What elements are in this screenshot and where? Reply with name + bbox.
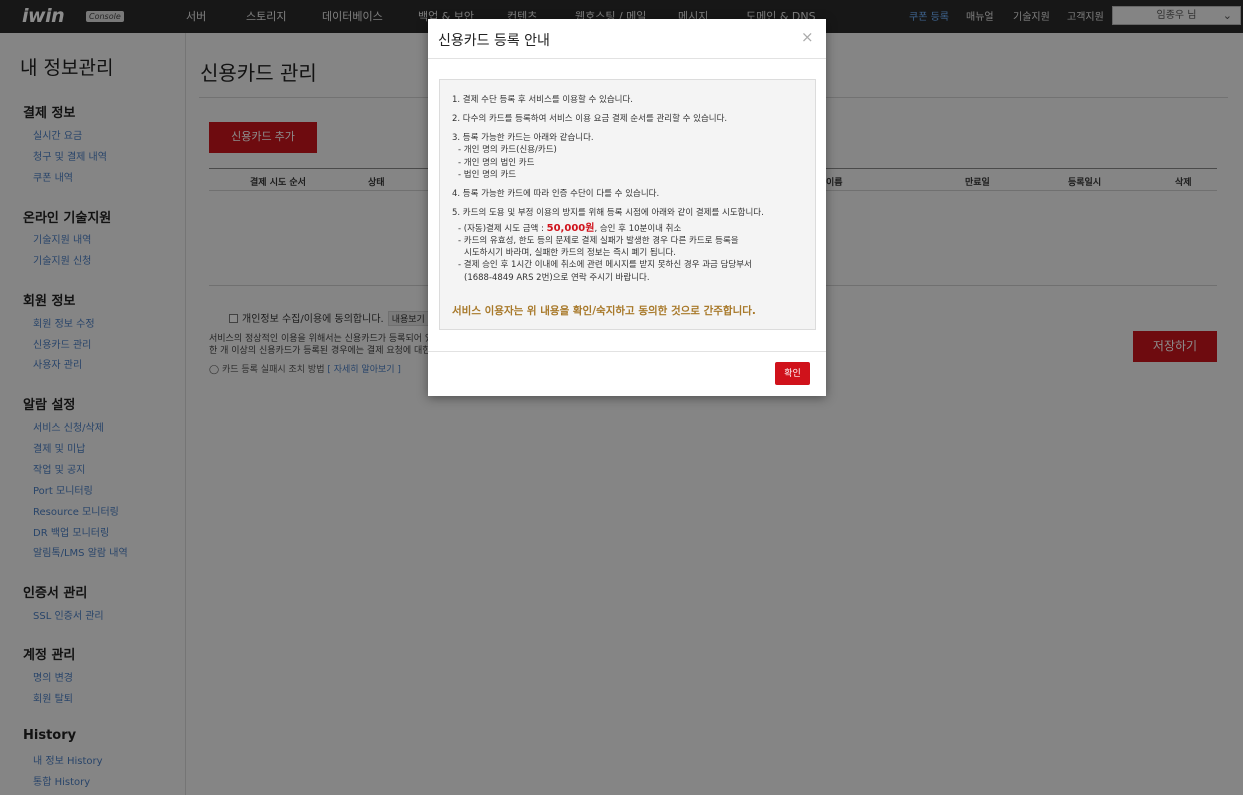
modal-header-divider [428,58,826,59]
consent-message: 서비스 이용자는 위 내용을 확인/숙지하고 동의한 것으로 간주합니다. [452,305,756,317]
trial-amount-suffix: , 승인 후 10분이내 취소 [594,224,682,234]
notice-line-5c2: (1688-4849 ARS 2번)으로 연락 주시기 바랍니다. [464,273,650,283]
notice-line-5a: - (자동)결제 시도 금액 : 50,000원, 승인 후 10분이내 취소 [458,219,681,234]
notice-line-3a: - 개인 명의 카드(신용/카드) [458,145,557,155]
trial-amount-label: - (자동)결제 시도 금액 : [458,224,547,234]
notice-line-5b2: 시도하시기 바라며, 실패한 카드의 정보는 즉시 폐기 됩니다. [464,248,676,258]
credit-card-notice-modal: 신용카드 등록 안내 × 1. 결제 수단 등록 후 서비스를 이용할 수 있습… [428,19,826,396]
notice-line-3: 3. 등록 가능한 카드는 아래와 같습니다. [452,133,594,143]
notice-box: 1. 결제 수단 등록 후 서비스를 이용할 수 있습니다. 2. 다수의 카드… [439,79,816,330]
notice-line-3b: - 개인 명의 법인 카드 [458,158,535,168]
confirm-button[interactable]: 확인 [775,362,810,385]
notice-line-2: 2. 다수의 카드를 등록하여 서비스 이용 요금 결제 순서를 관리할 수 있… [452,114,728,124]
notice-line-5b: - 카드의 유효성, 한도 등의 문제로 결제 실패가 발생한 경우 다른 카드… [458,236,739,246]
notice-line-1: 1. 결제 수단 등록 후 서비스를 이용할 수 있습니다. [452,95,634,105]
modal-footer-divider [428,351,826,352]
close-icon[interactable]: × [801,30,814,45]
trial-amount: 50,000원 [546,223,595,234]
notice-line-5: 5. 카드의 도용 및 부정 이용의 방지를 위해 등록 시점에 아래와 같이 … [452,208,764,218]
notice-line-4: 4. 등록 가능한 카드에 따라 인증 수단이 다를 수 있습니다. [452,189,660,199]
modal-title: 신용카드 등록 안내 [438,33,550,49]
notice-line-3c: - 법인 명의 카드 [458,170,517,180]
notice-line-5c: - 결제 승인 후 1시간 이내에 취소에 관련 메시지를 받지 못하신 경우 … [458,260,752,270]
